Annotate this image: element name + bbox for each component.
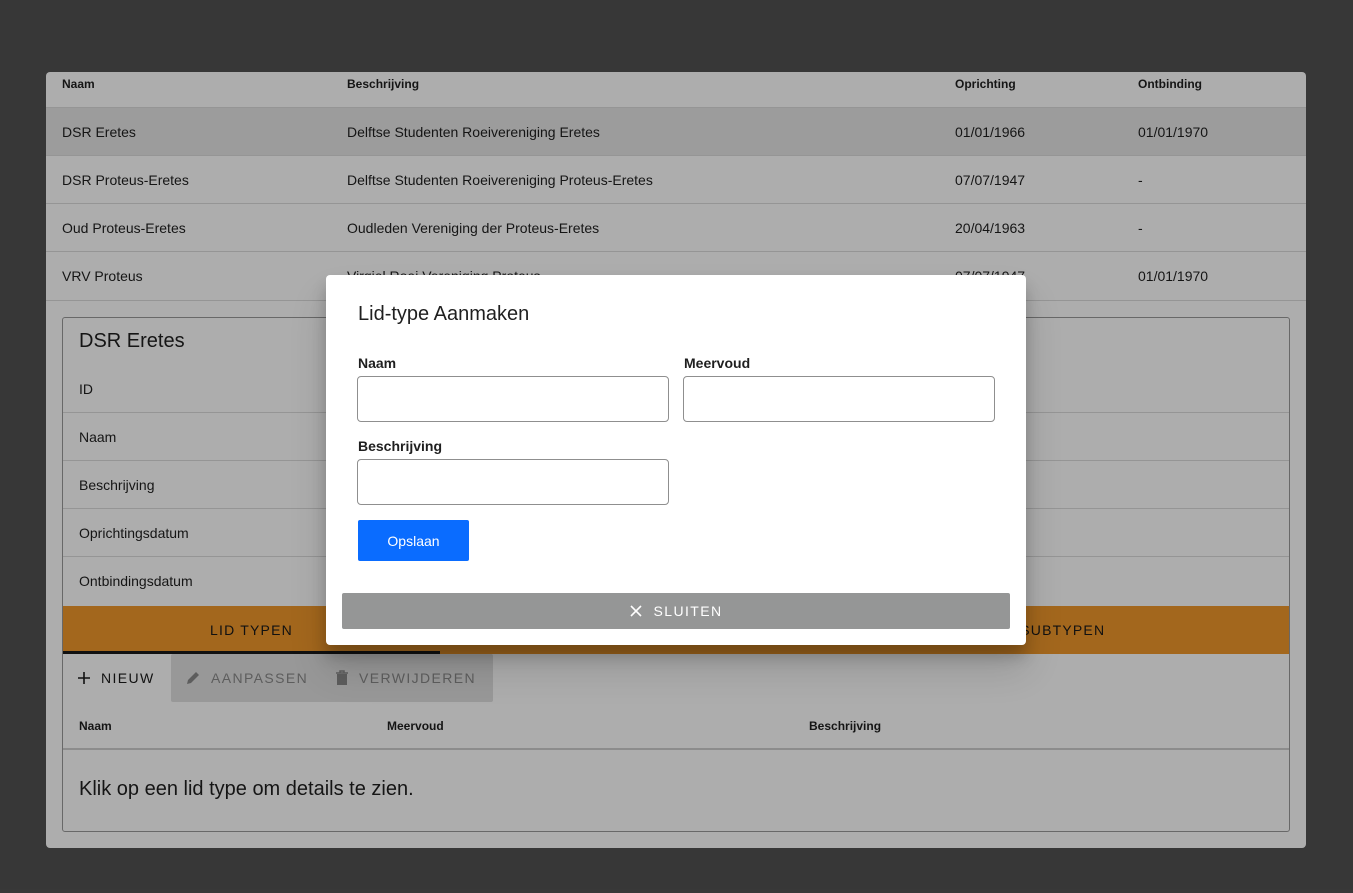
beschrijving-label: Beschrijving [358,438,443,454]
close-icon [629,605,642,617]
save-button[interactable]: Opslaan [358,520,469,561]
meervoud-input[interactable] [683,376,995,422]
create-member-type-dialog: Lid-type Aanmaken Naam Meervoud Beschrij… [326,275,1026,645]
naam-input[interactable] [357,376,669,422]
naam-label: Naam [358,355,397,371]
close-button[interactable]: SLUITEN [342,593,1010,629]
meervoud-label: Meervoud [684,355,751,371]
close-button-label: SLUITEN [653,603,723,619]
beschrijving-input[interactable] [357,459,669,505]
dialog-title: Lid-type Aanmaken [358,303,530,325]
